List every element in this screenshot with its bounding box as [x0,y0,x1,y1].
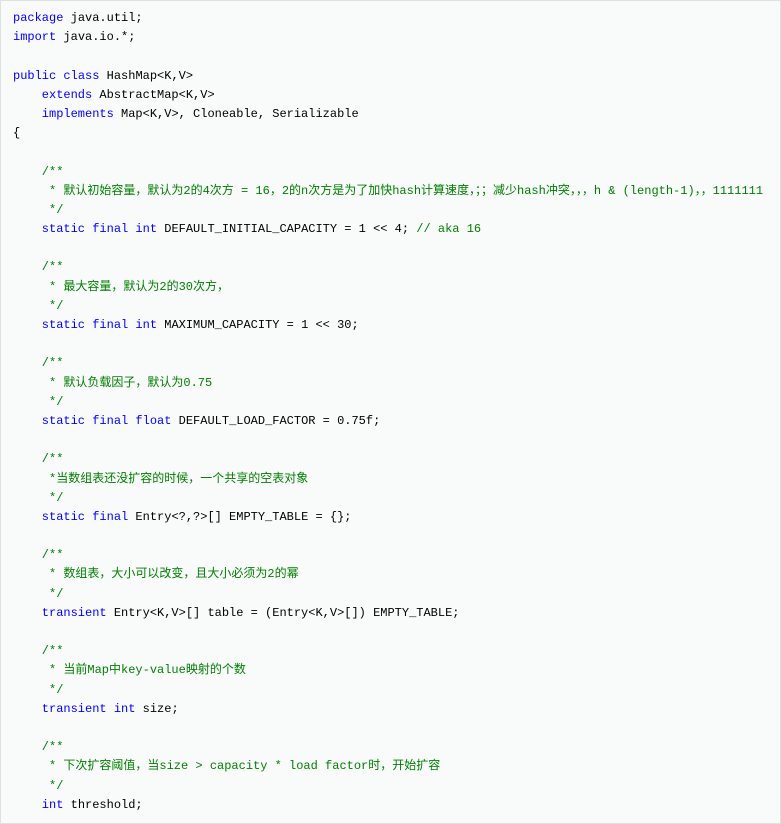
keyword-int: int [128,222,157,236]
keyword-int: int [107,702,136,716]
keyword-transient: transient [13,606,107,620]
comment-block-open: /** [13,644,63,658]
keyword-final: final [85,222,128,236]
keyword-static: static [13,222,85,236]
keyword-transient: transient [13,702,107,716]
code-text: Entry<K,V>[] table = (Entry<K,V>[]) EMPT… [107,606,460,620]
comment-block-close: */ [13,491,63,505]
comment-inline: // aka 16 [416,222,481,236]
code-text: DEFAULT_LOAD_FACTOR = 0.75f; [171,414,380,428]
code-text: Entry<?,?>[] EMPTY_TABLE = {}; [128,510,351,524]
comment-block-close: */ [13,683,63,697]
code-text: DEFAULT_INITIAL_CAPACITY = 1 << 4; [157,222,416,236]
keyword-import: import [13,30,56,44]
code-block: package java.util; import java.io.*; pub… [0,0,781,824]
comment-block-close: */ [13,395,63,409]
code-text: AbstractMap<K,V> [92,88,214,102]
keyword-final: final [85,510,128,524]
keyword-final: final [85,414,128,428]
keyword-implements: implements [13,107,114,121]
comment-block-close: */ [13,779,63,793]
keyword-final: final [85,318,128,332]
comment-block-open: /** [13,452,63,466]
code-text: HashMap<K,V> [99,69,193,83]
code-text: size; [135,702,178,716]
brace-open: { [13,126,20,140]
comment-block-body: * 默认负载因子，默认为0.75 [13,376,212,390]
comment-block-open: /** [13,260,63,274]
comment-block-open: /** [13,356,63,370]
keyword-float: float [128,414,171,428]
keyword-int: int [128,318,157,332]
code-text: threshold; [63,798,142,812]
keyword-package: package [13,11,63,25]
comment-block-body: * 数组表，大小可以改变，且大小必须为2的幂 [13,567,299,581]
comment-block-body: *当数组表还没扩容的时候，一个共享的空表对象 [13,472,308,486]
comment-block-close: */ [13,587,63,601]
comment-block-open: /** [13,740,63,754]
code-text: java.util; [63,11,142,25]
keyword-class: class [56,69,99,83]
comment-block-body: * 下次扩容阈值，当size > capacity * load factor时… [13,759,440,773]
comment-block-close: */ [13,203,63,217]
comment-block-body: * 默认初始容量，默认为2的4次方 = 16，2的n次方是为了加快hash计算速… [13,184,763,198]
keyword-extends: extends [13,88,92,102]
keyword-int: int [13,798,63,812]
comment-block-body: * 最大容量，默认为2的30次方， [13,280,229,294]
comment-block-open: /** [13,165,63,179]
code-text: Map<K,V>, Cloneable, Serializable [114,107,359,121]
code-text: MAXIMUM_CAPACITY = 1 << 30; [157,318,359,332]
keyword-static: static [13,510,85,524]
comment-block-close: */ [13,299,63,313]
keyword-static: static [13,414,85,428]
code-text: java.io.*; [56,30,135,44]
keyword-public: public [13,69,56,83]
comment-block-body: * 当前Map中key-value映射的个数 [13,663,246,677]
keyword-static: static [13,318,85,332]
comment-block-open: /** [13,548,63,562]
